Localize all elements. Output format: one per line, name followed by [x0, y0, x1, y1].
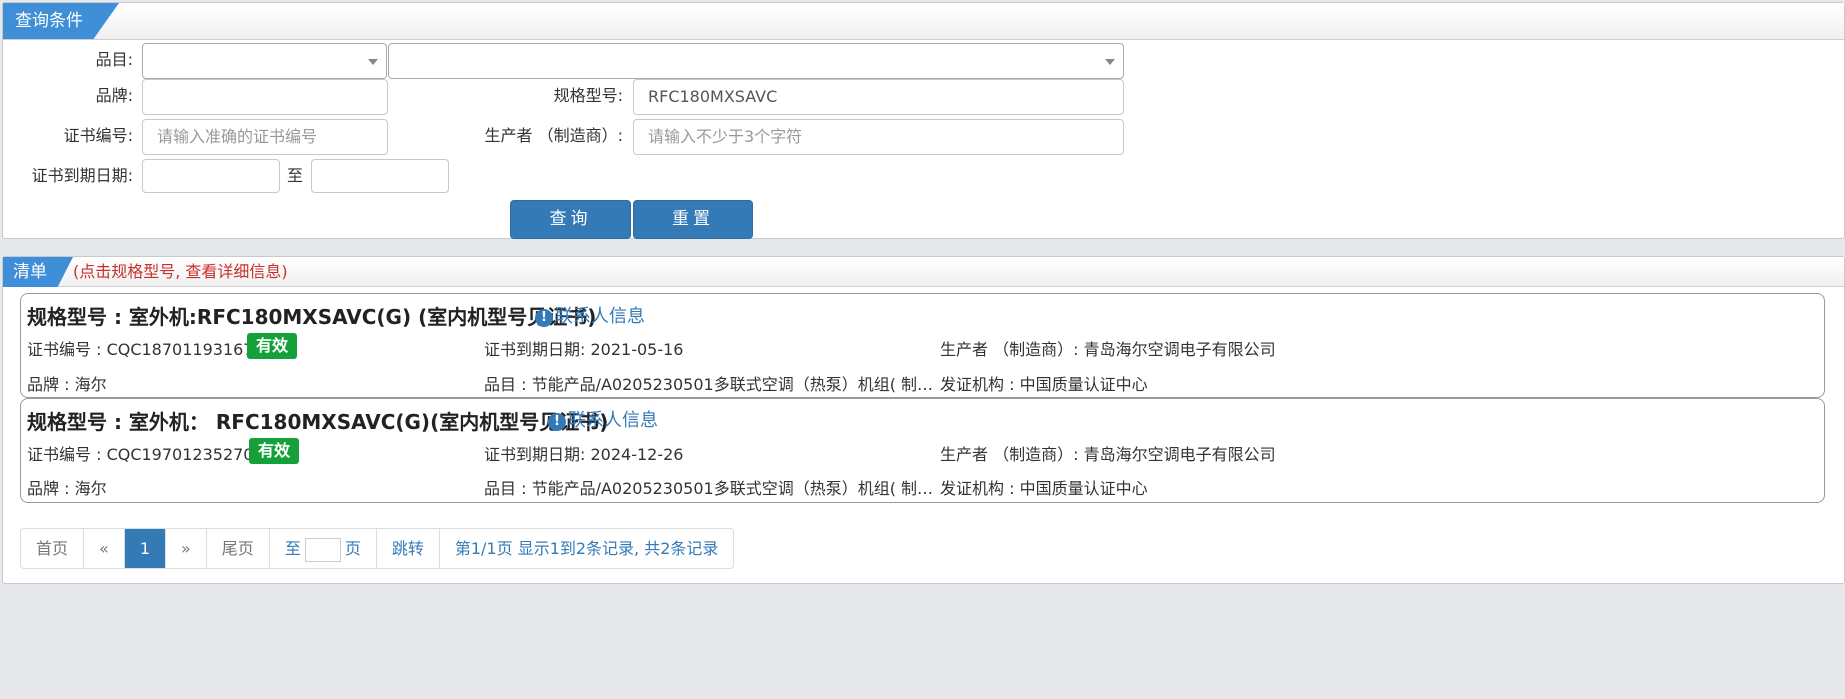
contact-info-link[interactable]: ! 联系人信息	[535, 302, 645, 328]
info-icon: !	[535, 309, 553, 327]
list-hint: (点击规格型号, 查看详细信息)	[73, 262, 288, 281]
model-label: 规格型号:	[553, 86, 623, 105]
contact-info-label: 联系人信息	[555, 306, 645, 327]
category: 品目 : 节能产品/A0205230501多联式空调（热泵）机组( 制冷量>14…	[484, 479, 939, 498]
page-1-button[interactable]: 1	[124, 529, 166, 568]
jump-button[interactable]: 跳转	[377, 529, 440, 568]
goto-prefix: 至	[284, 539, 301, 558]
chevron-down-icon	[368, 59, 378, 65]
expiry-to-input[interactable]	[311, 159, 449, 193]
brand-label: 品牌:	[95, 86, 133, 105]
brand-input[interactable]	[142, 79, 388, 115]
category: 品目 : 节能产品/A0205230501多联式空调（热泵）机组( 制冷量>14…	[484, 375, 939, 394]
issuer: 发证机构 : 中国质量认证中心	[940, 375, 1148, 394]
expiry-to-label: 至	[287, 166, 304, 185]
query-panel-header: 查询条件	[3, 3, 1844, 40]
goto-page: 至页	[270, 529, 377, 568]
model-input[interactable]	[633, 79, 1124, 115]
chevron-down-icon	[1105, 59, 1115, 65]
search-button[interactable]: 查询	[510, 200, 631, 239]
prev-page-button[interactable]: «	[84, 529, 125, 568]
query-panel: 查询条件 品目: 品牌: 规格型号: 证书编号: 生产者 （制造商）: 证书到期…	[2, 2, 1845, 239]
manufacturer-input[interactable]	[633, 119, 1124, 155]
page-summary: 第1/1页 显示1到2条记录, 共2条记录	[454, 539, 719, 558]
list-item: 规格型号 : 室外机:RFC180MXSAVC(G) (室内机型号见证书) ! 联…	[20, 293, 1825, 398]
brand: 品牌 : 海尔	[27, 479, 107, 498]
contact-info-label: 联系人信息	[568, 410, 658, 431]
last-page-button[interactable]: 尾页	[207, 529, 270, 568]
expiry-from-input[interactable]	[142, 159, 280, 193]
category-select-1[interactable]	[142, 43, 387, 79]
expiry-date: 证书到期日期: 2021-05-16	[484, 340, 684, 359]
list-item: 规格型号 : 室外机： RFC180MXSAVC(G)(室内机型号见证书) ! 联…	[20, 398, 1825, 503]
category-label: 品目:	[95, 50, 133, 69]
status-badge: 有效	[249, 438, 300, 464]
manufacturer: 生产者 （制造商）: 青岛海尔空调电子有限公司	[940, 445, 1276, 464]
expiry-label: 证书到期日期:	[31, 166, 133, 185]
expiry-date: 证书到期日期: 2024-12-26	[484, 445, 684, 464]
list-panel-header: 清单 (点击规格型号, 查看详细信息)	[3, 257, 1844, 287]
info-icon: !	[548, 413, 566, 431]
manufacturer-label: 生产者 （制造商）:	[484, 126, 623, 145]
first-page-button[interactable]: 首页	[21, 529, 85, 568]
list-panel-tab: 清单	[3, 257, 73, 287]
model-title-link[interactable]: 规格型号 : 室外机:RFC180MXSAVC(G) (室内机型号见证书)	[27, 301, 596, 330]
manufacturer: 生产者 （制造商）: 青岛海尔空调电子有限公司	[940, 340, 1276, 359]
reset-button[interactable]: 重置	[633, 200, 753, 239]
next-page-button[interactable]: »	[166, 529, 207, 568]
cert-no: 证书编号 : CQC18701193167	[27, 340, 254, 359]
issuer: 发证机构 : 中国质量认证中心	[940, 479, 1148, 498]
brand: 品牌 : 海尔	[27, 375, 107, 394]
status-badge: 有效	[247, 333, 298, 359]
pagination: 首页 « 1 » 尾页 至页 跳转 第1/1页 显示1到2条记录, 共2条记录	[20, 528, 735, 569]
contact-info-link[interactable]: ! 联系人信息	[548, 406, 658, 432]
cert-no: 证书编号 : CQC19701235270	[27, 445, 254, 464]
category-select-2[interactable]	[388, 43, 1124, 79]
goto-suffix: 页	[344, 539, 361, 558]
goto-page-input[interactable]	[304, 537, 341, 562]
cert-no-input[interactable]	[142, 119, 388, 155]
cert-no-label: 证书编号:	[63, 126, 133, 145]
model-title-link[interactable]: 规格型号 : 室外机： RFC180MXSAVC(G)(室内机型号见证书)	[27, 406, 608, 435]
query-panel-tab: 查询条件	[3, 3, 119, 39]
